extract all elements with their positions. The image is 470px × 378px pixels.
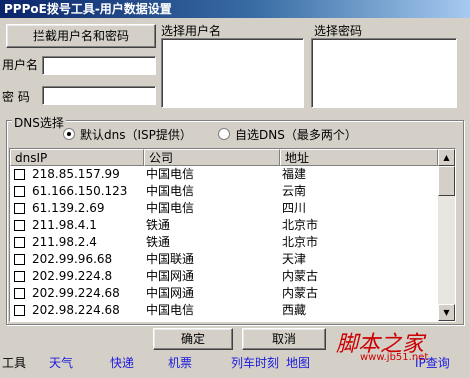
cell-location: 西藏 [282, 303, 307, 317]
row-checkbox[interactable] [14, 169, 25, 180]
dns-row[interactable]: 202.99.224.8 中国网通 内蒙古 [10, 268, 438, 285]
cell-location: 云南 [282, 184, 307, 198]
radio-custom-dns[interactable] [218, 128, 230, 140]
toolbar-link-flights[interactable]: 机票 [168, 354, 192, 371]
cell-company: 铁通 [146, 218, 171, 232]
username-label: 用户名 [2, 58, 39, 72]
row-checkbox[interactable] [14, 203, 25, 214]
scroll-down-icon[interactable]: ▼ [438, 304, 455, 321]
cell-dns-ip: 202.99.224.68 [32, 286, 120, 300]
column-header-dnsip[interactable]: dnsIP [10, 149, 144, 166]
cell-company: 铁通 [146, 235, 171, 249]
cell-dns-ip: 61.166.150.123 [32, 184, 128, 198]
cell-company: 中国网通 [146, 286, 195, 300]
cell-company: 中国联通 [146, 252, 195, 266]
radio-default-dns[interactable] [63, 128, 75, 140]
toolbar-label: 工具 [2, 356, 27, 370]
dns-row[interactable]: 202.98.224.68 中国电信 西藏 [10, 302, 438, 319]
window-title: PPPoE拨号工具-用户数据设置 [0, 0, 470, 18]
settings-window: PPPoE拨号工具-用户数据设置 拦截用户名和密码 用户名 密 码 选择用户名 … [0, 0, 470, 378]
dns-row[interactable]: 61.166.150.123 中国电信 云南 [10, 183, 438, 200]
cell-dns-ip: 211.98.2.4 [32, 235, 97, 249]
row-checkbox[interactable] [14, 220, 25, 231]
password-field[interactable] [42, 86, 156, 105]
cell-dns-ip: 218.85.157.99 [32, 167, 120, 181]
cell-location: 福建 [282, 167, 307, 181]
toolbar-link-express[interactable]: 快递 [110, 354, 134, 371]
row-checkbox[interactable] [14, 288, 25, 299]
radio-custom-dns-label[interactable]: 自选DNS（最多两个） [235, 126, 357, 143]
radio-selected-dot [67, 132, 71, 136]
select-password-label: 选择密码 [314, 24, 363, 38]
dns-row[interactable]: 218.85.157.99 中国电信 福建 [10, 166, 438, 183]
cell-dns-ip: 202.98.224.68 [32, 303, 120, 317]
watermark-url: www.jb51.net [360, 352, 429, 363]
cell-dns-ip: 202.99.96.68 [32, 252, 113, 266]
row-checkbox[interactable] [14, 254, 25, 265]
dns-row[interactable]: 202.99.224.68 中国网通 内蒙古 [10, 285, 438, 302]
toolbar-link-map[interactable]: 地图 [286, 354, 310, 371]
scroll-thumb[interactable] [438, 166, 455, 196]
cell-dns-ip: 61.139.2.69 [32, 201, 105, 215]
row-checkbox[interactable] [14, 237, 25, 248]
dns-row[interactable]: 202.99.96.68 中国联通 天津 [10, 251, 438, 268]
column-header-location[interactable]: 地址 [280, 149, 438, 166]
dns-group-title: DNS选择 [12, 114, 66, 131]
select-username-list[interactable] [161, 38, 304, 108]
select-username-label: 选择用户名 [161, 24, 222, 38]
toolbar-link-weather[interactable]: 天气 [49, 354, 73, 371]
cell-company: 中国电信 [146, 201, 195, 215]
cell-dns-ip: 202.99.224.8 [32, 269, 113, 283]
dns-row[interactable]: 211.98.2.4 铁通 北京市 [10, 234, 438, 251]
username-field[interactable] [42, 56, 156, 75]
column-header-company[interactable]: 公司 [144, 149, 280, 166]
vertical-scrollbar[interactable]: ▲ ▼ [438, 149, 455, 321]
select-password-list[interactable] [311, 38, 457, 108]
cell-location: 内蒙古 [282, 269, 319, 283]
radio-default-dns-label[interactable]: 默认dns（ISP提供） [80, 126, 192, 143]
dns-row[interactable]: 211.98.4.1 铁通 北京市 [10, 217, 438, 234]
cell-company: 中国电信 [146, 303, 195, 317]
cell-location: 天津 [282, 252, 307, 266]
cell-company: 中国网通 [146, 269, 195, 283]
cell-company: 中国电信 [146, 184, 195, 198]
row-checkbox[interactable] [14, 305, 25, 316]
password-label: 密 码 [2, 90, 30, 104]
cell-company: 中国电信 [146, 167, 195, 181]
ok-button[interactable]: 确定 [153, 328, 233, 350]
cell-dns-ip: 211.98.4.1 [32, 218, 97, 232]
row-checkbox[interactable] [14, 186, 25, 197]
dns-list[interactable]: dnsIP 公司 地址 218.85.157.99 中国电信 福建 61.166.15… [9, 148, 456, 322]
row-checkbox[interactable] [14, 271, 25, 282]
cell-location: 北京市 [282, 235, 319, 249]
intercept-credentials-button[interactable]: 拦截用户名和密码 [6, 24, 156, 48]
dns-row[interactable]: 61.139.2.69 中国电信 四川 [10, 200, 438, 217]
scroll-up-icon[interactable]: ▲ [438, 149, 455, 166]
cell-location: 北京市 [282, 218, 319, 232]
cancel-button[interactable]: 取消 [242, 328, 326, 350]
toolbar-link-train-times[interactable]: 列车时刻 [231, 354, 279, 371]
cell-location: 四川 [282, 201, 307, 215]
cell-location: 内蒙古 [282, 286, 319, 300]
